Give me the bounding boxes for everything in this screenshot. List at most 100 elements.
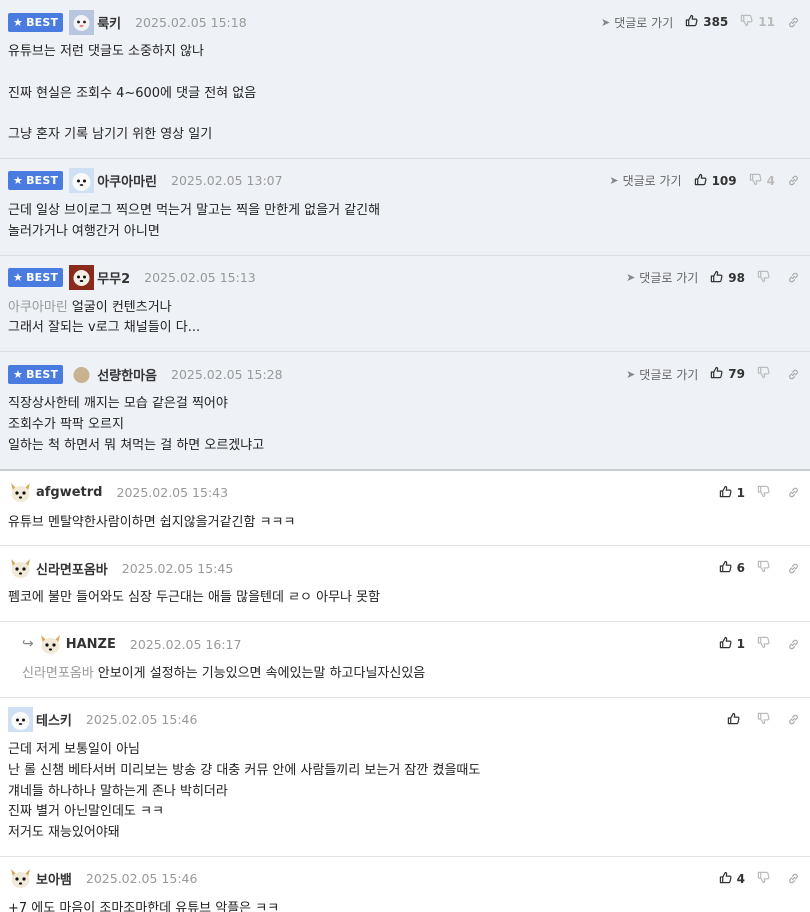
dislike-button[interactable] bbox=[757, 560, 775, 576]
comment-header: 신라면포옴바 2025.02.05 15:45 6 bbox=[8, 556, 802, 580]
comment-body: +7 에도 마음이 조마조마한데 유튜브 악플은 ㅋㅋ bbox=[8, 891, 802, 912]
thumbs-down-icon bbox=[757, 636, 770, 652]
thumbs-up-icon bbox=[719, 485, 732, 501]
go-to-comment-link[interactable]: ➤ 댓글로 가기 bbox=[601, 14, 673, 31]
star-icon: ★ bbox=[13, 271, 24, 285]
like-button[interactable]: 98 bbox=[710, 270, 745, 286]
link-icon[interactable] bbox=[787, 713, 800, 726]
go-to-comment-label: 댓글로 가기 bbox=[614, 15, 674, 30]
mention-link[interactable]: 신라면포옴바 bbox=[22, 666, 94, 681]
comment-body: 유튜브 멘탈약한사람이하면 쉽지않을거같긴함 ㅋㅋㅋ bbox=[8, 505, 802, 546]
avatar[interactable] bbox=[8, 480, 33, 505]
author-name[interactable]: 신라면포옴바 bbox=[36, 559, 108, 578]
go-to-comment-link[interactable]: ➤ 댓글로 가기 bbox=[626, 366, 698, 383]
comment-line: 저거도 재능있어야돼 bbox=[8, 823, 802, 844]
go-to-comment-link[interactable]: ➤ 댓글로 가기 bbox=[609, 172, 681, 189]
star-icon: ★ bbox=[13, 15, 24, 29]
link-icon[interactable] bbox=[787, 174, 800, 187]
author-name[interactable]: 무무2 bbox=[97, 268, 130, 287]
comment-date: 2025.02.05 15:45 bbox=[121, 560, 234, 576]
comment-text: 진짜 현실은 조회수 4~600에 댓글 전혀 없음 bbox=[8, 85, 257, 101]
comment-text: 진짜 별거 아닌말인데도 ㅋㅋ bbox=[8, 804, 164, 820]
link-icon[interactable] bbox=[787, 271, 800, 284]
like-button[interactable]: 4 bbox=[719, 871, 745, 887]
go-to-comment-label: 댓글로 가기 bbox=[639, 271, 699, 286]
comment-body: 유튜브는 저런 댓글도 소중하지 않나 진짜 현실은 조회수 4~600에 댓글 … bbox=[8, 34, 802, 158]
like-button[interactable]: 1 bbox=[719, 636, 745, 652]
mention-link[interactable]: 아쿠아마린 bbox=[8, 300, 68, 315]
like-count: 98 bbox=[728, 270, 745, 285]
best-label: BEST bbox=[26, 174, 59, 188]
link-icon[interactable] bbox=[787, 368, 800, 381]
comment-header: 테스키 2025.02.05 15:46 bbox=[8, 707, 802, 733]
like-count: 6 bbox=[736, 561, 745, 576]
star-icon: ★ bbox=[13, 174, 24, 188]
dislike-count: 4 bbox=[766, 173, 775, 188]
best-badge: ★ BEST bbox=[8, 12, 64, 32]
comment: 테스키 2025.02.05 15:46 근데 저게 보통일이 아님 난 롤 신챔 베… bbox=[0, 698, 810, 857]
like-button[interactable]: 385 bbox=[685, 14, 728, 30]
link-icon[interactable] bbox=[787, 16, 800, 29]
send-arrow-icon: ➤ bbox=[626, 271, 636, 285]
dislike-button[interactable] bbox=[757, 270, 775, 286]
comment-body: 펨코에 불만 들어와도 심장 두근대는 애들 많을텐데 ㄹㅇ 아무나 못함 bbox=[8, 580, 802, 621]
thumbs-down-icon bbox=[757, 270, 770, 286]
comment-date: 2025.02.05 15:46 bbox=[85, 712, 198, 728]
link-icon[interactable] bbox=[787, 486, 800, 499]
go-to-comment-label: 댓글로 가기 bbox=[639, 367, 699, 382]
thumbs-up-icon bbox=[710, 270, 723, 286]
go-to-comment-link[interactable]: ➤ 댓글로 가기 bbox=[626, 269, 698, 286]
link-icon[interactable] bbox=[787, 562, 800, 575]
comment-actions: ➤ 댓글로 가기 79 bbox=[626, 366, 800, 383]
link-icon[interactable] bbox=[787, 872, 800, 885]
comment-header: ★ BEST 선량한마음 2025.02.05 15:28 ➤ 댓글로 가기 79 bbox=[8, 362, 802, 386]
dislike-button[interactable]: 4 bbox=[749, 173, 775, 189]
avatar[interactable] bbox=[69, 168, 95, 194]
comment-text: 그래서 잘되는 v로그 채널들이 다... bbox=[8, 320, 201, 336]
avatar[interactable] bbox=[8, 866, 33, 891]
dislike-button[interactable] bbox=[757, 871, 775, 887]
author-name[interactable]: 룩키 bbox=[97, 13, 121, 32]
dislike-button[interactable] bbox=[757, 636, 775, 652]
like-count: 1 bbox=[736, 637, 745, 652]
comment-date: 2025.02.05 15:13 bbox=[144, 270, 256, 286]
like-button[interactable] bbox=[727, 712, 745, 728]
comment-text: 펨코에 불만 들어와도 심장 두근대는 애들 많을텐데 ㄹㅇ 아무나 못함 bbox=[8, 590, 381, 606]
avatar[interactable] bbox=[8, 556, 33, 581]
like-count: 1 bbox=[736, 485, 745, 500]
avatar[interactable] bbox=[69, 265, 95, 291]
best-label: BEST bbox=[26, 271, 59, 285]
like-button[interactable]: 1 bbox=[719, 485, 745, 501]
avatar[interactable] bbox=[69, 362, 94, 387]
comment-line: 근데 일상 브이로그 찍으면 먹는거 말고는 찍을 만한게 없을거 같긴해 bbox=[8, 201, 802, 222]
avatar[interactable] bbox=[69, 9, 95, 35]
author-name[interactable]: 아쿠아마린 bbox=[97, 171, 157, 190]
author-name[interactable]: 테스키 bbox=[36, 710, 72, 729]
author-name[interactable]: afgwetrd bbox=[36, 485, 103, 500]
comment-actions: ➤ 댓글로 가기 109 4 bbox=[609, 172, 800, 189]
dislike-button[interactable] bbox=[757, 366, 775, 382]
comment-line: 놀러가거나 여행간거 아니면 bbox=[8, 222, 802, 243]
comment-line: 근데 저게 보통일이 아님 bbox=[8, 740, 802, 761]
comment-actions: 1 bbox=[719, 485, 800, 501]
thumbs-up-icon bbox=[719, 871, 732, 887]
like-button[interactable]: 6 bbox=[719, 560, 745, 576]
comment-date: 2025.02.05 15:46 bbox=[85, 871, 198, 887]
comment-line: 조회수가 팍팍 오르지 bbox=[8, 415, 802, 436]
dislike-button[interactable] bbox=[757, 485, 775, 501]
reply-arrow-icon: ↪ bbox=[22, 636, 34, 653]
author-name[interactable]: 선량한마음 bbox=[97, 365, 157, 384]
comment-line: 진짜 현실은 조회수 4~600에 댓글 전혀 없음 bbox=[8, 84, 802, 105]
author-name[interactable]: HANZE bbox=[66, 637, 116, 652]
like-button[interactable]: 79 bbox=[710, 366, 745, 382]
like-button[interactable]: 109 bbox=[694, 173, 737, 189]
link-icon[interactable] bbox=[787, 638, 800, 651]
avatar[interactable] bbox=[38, 632, 63, 657]
comment: 신라면포옴바 2025.02.05 15:45 6 펨코에 불만 들어와도 심장 두근… bbox=[0, 546, 810, 623]
dislike-button[interactable]: 11 bbox=[740, 14, 775, 30]
author-name[interactable]: 보아뱀 bbox=[36, 869, 72, 888]
comment-text: 유튜브 멘탈약한사람이하면 쉽지않을거같긴함 ㅋㅋㅋ bbox=[8, 514, 296, 530]
avatar[interactable] bbox=[8, 707, 33, 733]
thumbs-down-icon bbox=[757, 485, 770, 501]
dislike-button[interactable] bbox=[757, 712, 775, 728]
